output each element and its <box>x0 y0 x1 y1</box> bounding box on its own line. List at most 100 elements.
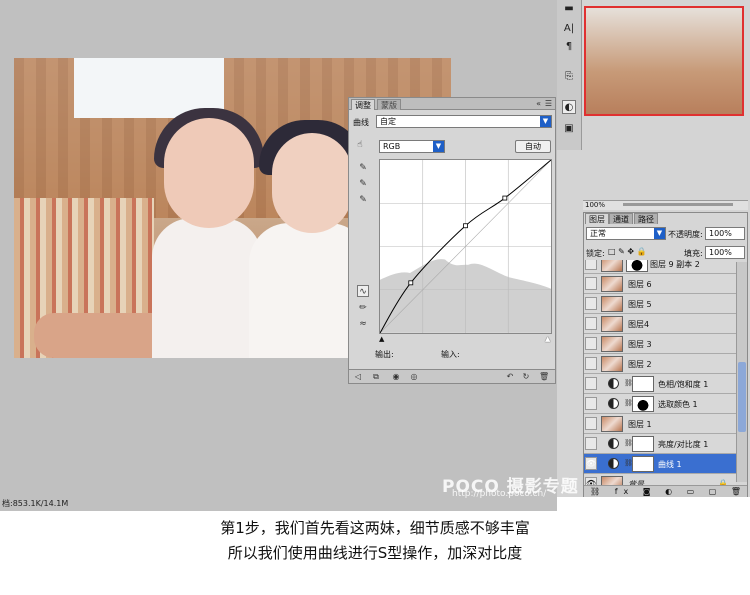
layer-row[interactable]: 图层 3 <box>584 334 736 354</box>
pencil-tool-icon[interactable]: ✏ <box>357 302 369 314</box>
layer-name: 图层 1 <box>628 420 652 429</box>
layer-row[interactable]: 图层 2 <box>584 354 736 374</box>
adjustment-layer-icon <box>608 438 619 449</box>
layer-row[interactable]: ⛓ 选取颜色 1 <box>584 394 736 414</box>
layer-visibility-icon[interactable]: 👁 <box>585 477 597 485</box>
channel-value: RGB <box>383 142 401 151</box>
layers-bottom-bar[interactable]: ⛓ fx ◙ ◐ ▭ ▢ 🗑 <box>584 485 747 497</box>
layer-mask-thumbnail[interactable] <box>632 396 654 412</box>
navigator-zoom-bar: 100% <box>583 200 748 210</box>
layer-thumbnail[interactable] <box>601 336 623 352</box>
tool-preset-icon[interactable]: ▬ <box>562 2 576 16</box>
panel-menu-icon[interactable]: ☰ <box>545 99 552 108</box>
tab-paths[interactable]: 路径 <box>634 213 658 224</box>
layer-row[interactable]: 👁 ⛓ 曲线 1 <box>584 454 736 474</box>
caption-line-1: 第1步，我们首先看这两妹，细节质感不够丰富 <box>220 519 530 537</box>
collapse-icon[interactable]: « <box>536 99 541 108</box>
layer-visibility-icon[interactable] <box>585 297 597 310</box>
black-eyedropper-icon[interactable]: ✎ <box>357 162 369 174</box>
curve-control-point[interactable] <box>502 195 508 201</box>
layer-row[interactable]: ⛓ 色相/饱和度 1 <box>584 374 736 394</box>
layer-thumbnail[interactable] <box>601 276 623 292</box>
layer-thumbnail[interactable] <box>601 416 623 432</box>
hand-adjust-icon[interactable]: ☝ <box>354 139 366 151</box>
masks-icon[interactable]: ▣ <box>562 122 576 136</box>
curve-control-point[interactable] <box>463 223 468 229</box>
paragraph-icon[interactable]: ¶ <box>562 40 576 54</box>
curve-graph[interactable] <box>379 159 552 334</box>
zoom-slider[interactable] <box>623 203 733 206</box>
white-point-slider[interactable]: ▲ <box>545 335 550 343</box>
panel-tabbar: 调整 蒙版 « ☰ <box>349 98 555 110</box>
layer-visibility-icon[interactable] <box>585 437 597 450</box>
auto-button[interactable]: 自动 <box>515 140 551 153</box>
visibility-icon[interactable]: ◉ <box>391 372 401 382</box>
smooth-icon[interactable]: ≈ <box>357 318 369 330</box>
layer-thumbnail[interactable] <box>601 296 623 312</box>
layer-mask-thumbnail[interactable] <box>632 376 654 392</box>
return-icon[interactable]: ◁ <box>353 372 363 382</box>
fill-field[interactable]: 100% <box>705 246 745 259</box>
eye-icon[interactable]: ◎ <box>409 372 419 382</box>
layer-row[interactable]: 👁 背景 🔒 <box>584 474 736 485</box>
layer-thumbnail[interactable] <box>601 356 623 372</box>
layer-mask-thumbnail[interactable] <box>632 436 654 452</box>
layer-row[interactable]: 图层4 <box>584 314 736 334</box>
layer-name: 亮度/对比度 1 <box>658 440 709 449</box>
lock-label: 锁定: <box>586 249 605 258</box>
curve-graph-svg[interactable] <box>379 159 552 334</box>
adjustment-layer-icon <box>608 378 619 389</box>
watermark-url: http://photo.poco.cn/ <box>452 489 547 499</box>
curve-point-tool-icon[interactable]: ∿ <box>357 285 369 297</box>
adjustments-icon[interactable]: ◐ <box>562 100 576 114</box>
layer-mask-thumbnail[interactable] <box>632 456 654 472</box>
opacity-field[interactable]: 100% <box>705 227 745 240</box>
layers-scrollbar[interactable] <box>736 262 747 482</box>
layer-visibility-icon[interactable] <box>585 337 597 350</box>
layer-visibility-icon[interactable] <box>585 377 597 390</box>
gray-eyedropper-icon[interactable]: ✎ <box>357 178 369 190</box>
adjustment-layer-icon <box>608 398 619 409</box>
layer-visibility-icon[interactable] <box>585 417 597 430</box>
caption-line-2: 所以我们使用曲线进行S型操作，加深对比度 <box>227 544 523 562</box>
blend-mode-value: 正常 <box>590 229 606 238</box>
layer-row[interactable]: 图层 5 <box>584 294 736 314</box>
doc-size: 档:853.1K/14.1M <box>2 499 69 508</box>
chevron-down-icon: ▼ <box>540 116 551 127</box>
tab-masks[interactable]: 蒙版 <box>377 99 401 110</box>
layer-thumbnail[interactable] <box>601 316 623 332</box>
white-eyedropper-icon[interactable]: ✎ <box>357 194 369 206</box>
layer-row[interactable]: 图层 6 <box>584 274 736 294</box>
clip-layer-icon[interactable]: ⧉ <box>371 372 381 382</box>
layer-visibility-icon[interactable] <box>585 260 597 270</box>
blend-mode-select[interactable]: 正常 ▼ <box>586 227 666 240</box>
preset-select[interactable]: 自定 ▼ <box>376 115 552 128</box>
layer-visibility-icon[interactable] <box>585 277 597 290</box>
channel-select[interactable]: RGB ▼ <box>379 140 445 153</box>
output-label: 输出: <box>375 350 394 359</box>
layer-row[interactable]: 图层 1 <box>584 414 736 434</box>
reset-icon[interactable]: ↻ <box>521 372 531 382</box>
trash-icon[interactable]: 🗑 <box>539 372 549 382</box>
layer-visibility-icon[interactable] <box>585 357 597 370</box>
layer-thumbnail[interactable] <box>601 260 623 272</box>
character-icon[interactable]: A| <box>562 22 576 36</box>
scroll-thumb[interactable] <box>738 362 746 432</box>
input-label: 输入: <box>441 350 460 359</box>
tab-adjustments[interactable]: 调整 <box>351 99 375 110</box>
clone-source-icon[interactable]: ⎘ <box>562 70 576 84</box>
lock-icons[interactable]: □ ✎ ✥ 🔒 <box>608 247 647 256</box>
layer-visibility-icon[interactable] <box>585 317 597 330</box>
tab-layers[interactable]: 图层 <box>585 213 609 224</box>
tab-channels[interactable]: 通道 <box>609 213 633 224</box>
layer-mask-thumbnail[interactable] <box>626 260 648 272</box>
black-point-slider[interactable]: ▲ <box>379 335 384 343</box>
layer-visibility-icon[interactable]: 👁 <box>585 457 597 470</box>
layer-row[interactable]: ⛓ 亮度/对比度 1 <box>584 434 736 454</box>
navigator-preview[interactable] <box>584 6 744 116</box>
layer-thumbnail[interactable] <box>601 476 623 485</box>
layer-visibility-icon[interactable] <box>585 397 597 410</box>
previous-state-icon[interactable]: ↶ <box>505 372 515 382</box>
layer-row[interactable]: 图层 9 副本 2 <box>584 260 736 274</box>
curve-control-point[interactable] <box>408 280 414 286</box>
